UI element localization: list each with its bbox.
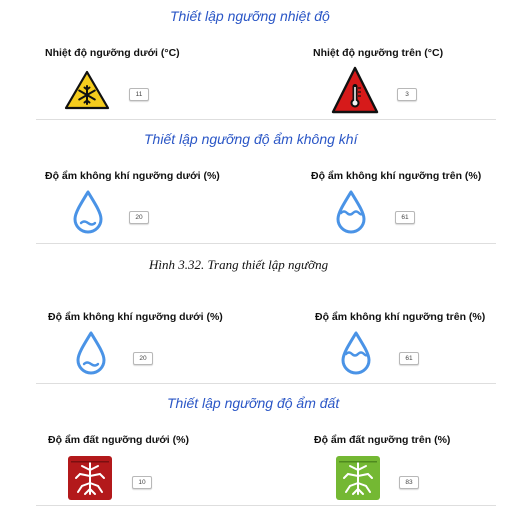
air-humidity-upper-input[interactable]: 61 <box>395 211 415 224</box>
droplet-low-icon <box>75 330 107 376</box>
figure-caption: Hình 3.32. Trang thiết lập ngưỡng <box>149 257 329 272</box>
air-humidity-section-title: Thiết lập ngưỡng độ ẩm không khí <box>144 131 358 147</box>
temperature-upper-label: Nhiệt độ ngưỡng trên (°C) <box>313 47 444 59</box>
soil-humidity-lower-label: Độ ẩm đất ngưỡng dưới (%) <box>48 434 189 446</box>
temperature-lower-input[interactable]: 11 <box>129 88 149 101</box>
temperature-lower-label: Nhiệt độ ngưỡng dưới (°C) <box>45 47 180 59</box>
soil-humidity-section-title: Thiết lập ngưỡng độ ẩm đất <box>167 395 340 411</box>
droplet-high-icon <box>340 330 372 376</box>
temperature-upper-input[interactable]: 3 <box>397 88 417 101</box>
air-humidity-upper-label: Độ ẩm không khí ngưỡng trên (%) <box>315 311 486 323</box>
air-humidity-upper-label: Độ ẩm không khí ngưỡng trên (%) <box>311 170 482 182</box>
soil-humidity-upper-label: Độ ẩm đất ngưỡng trên (%) <box>314 434 451 446</box>
wet-soil-roots-icon <box>336 456 380 500</box>
thermometer-warning-icon <box>331 66 379 114</box>
snowflake-warning-icon <box>64 70 110 110</box>
divider <box>36 119 496 120</box>
divider <box>36 383 496 384</box>
air-humidity-lower-input[interactable]: 20 <box>129 211 149 224</box>
droplet-low-icon <box>72 189 104 235</box>
air-humidity-lower-label: Độ ẩm không khí ngưỡng dưới (%) <box>45 170 220 182</box>
divider <box>36 505 496 506</box>
air-humidity-lower-input[interactable]: 20 <box>133 352 153 365</box>
dry-soil-roots-icon <box>68 456 112 500</box>
air-humidity-lower-label: Độ ẩm không khí ngưỡng dưới (%) <box>48 311 223 323</box>
droplet-high-icon <box>335 189 367 235</box>
air-humidity-upper-input[interactable]: 61 <box>399 352 419 365</box>
temperature-section-title: Thiết lập ngưỡng nhiệt độ <box>170 8 330 24</box>
soil-humidity-upper-input[interactable]: 83 <box>399 476 419 489</box>
soil-humidity-lower-input[interactable]: 10 <box>132 476 152 489</box>
divider <box>36 243 496 244</box>
